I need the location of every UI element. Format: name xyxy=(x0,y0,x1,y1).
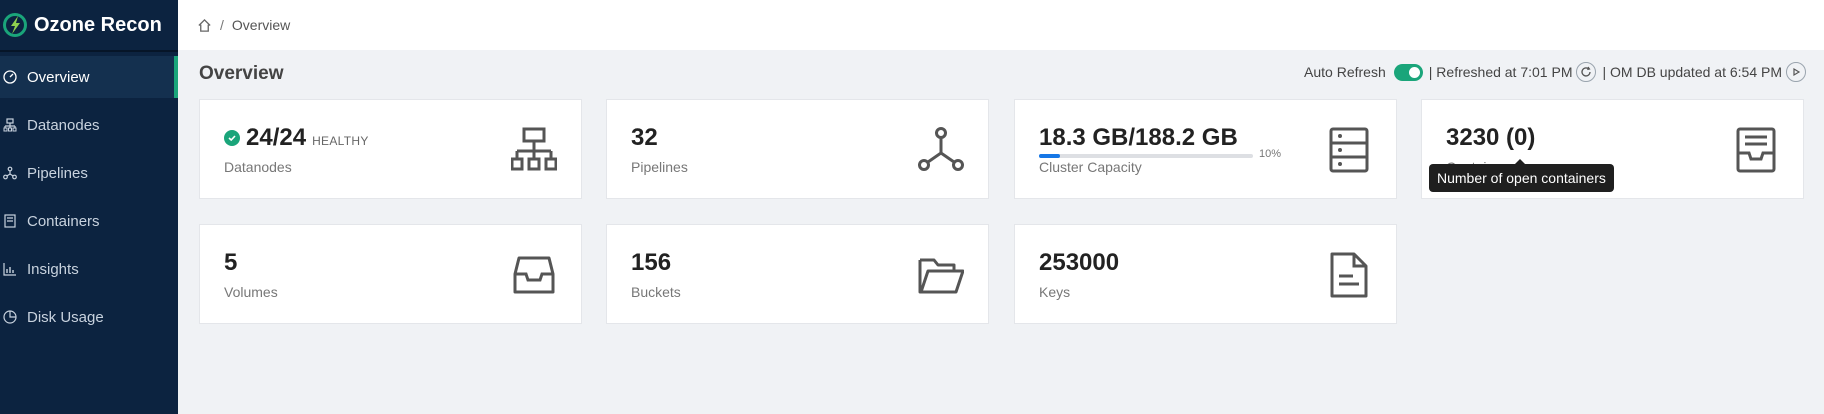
container-icon xyxy=(2,213,18,229)
auto-refresh-label: Auto Refresh xyxy=(1304,64,1386,80)
ozone-logo-icon xyxy=(3,13,27,37)
capacity-value: 18.3 GB/188.2 GB xyxy=(1039,124,1238,151)
bar-chart-icon xyxy=(2,261,18,277)
inbox-icon xyxy=(511,252,557,298)
sidebar-item-label: Pipelines xyxy=(27,164,88,182)
file-text-icon xyxy=(1326,252,1372,298)
om-db-sync-button[interactable] xyxy=(1786,62,1806,82)
cluster-icon xyxy=(510,127,558,173)
datanodes-card[interactable]: 24/24 HEALTHY Datanodes xyxy=(199,99,582,199)
refreshed-at-text: | Refreshed at 7:01 PM xyxy=(1428,64,1573,80)
sidebar: Ozone Recon Overview Datanodes Pipelines… xyxy=(0,0,178,414)
keys-value: 253000 xyxy=(1039,249,1120,276)
capacity-percent: 10% xyxy=(1259,148,1282,160)
pipelines-value: 32 xyxy=(631,124,658,151)
refresh-button[interactable] xyxy=(1576,62,1597,82)
buckets-value: 156 xyxy=(631,249,672,276)
cluster-capacity-card[interactable]: 18.3 GB/188.2 GB 10% Cluster Capacity xyxy=(1014,99,1397,199)
containers-value: 3230 (0) xyxy=(1446,124,1536,151)
buckets-card[interactable]: 156 Buckets xyxy=(606,224,989,324)
play-icon xyxy=(1793,67,1801,77)
refresh-bar: Auto Refresh | Refreshed at 7:01 PM | OM… xyxy=(1304,62,1806,82)
sidebar-item-datanodes[interactable]: Datanodes xyxy=(0,104,178,146)
capacity-progress-bar xyxy=(1039,154,1253,158)
brand[interactable]: Ozone Recon xyxy=(0,0,178,52)
reload-icon xyxy=(1581,66,1592,77)
sidebar-item-label: Insights xyxy=(27,260,79,278)
sidebar-item-overview[interactable]: Overview xyxy=(0,56,178,98)
deployment-unit-icon xyxy=(2,165,18,181)
buckets-label: Buckets xyxy=(631,284,681,300)
om-db-updated-text: | OM DB updated at 6:54 PM xyxy=(1602,64,1782,80)
inbox-container-icon xyxy=(1733,127,1779,173)
sidebar-item-disk-usage[interactable]: Disk Usage xyxy=(0,296,178,338)
deployment-unit-icon xyxy=(918,127,964,173)
pipelines-label: Pipelines xyxy=(631,159,688,175)
keys-label: Keys xyxy=(1039,284,1071,300)
volumes-value: 5 xyxy=(224,249,238,276)
open-containers-tooltip: Number of open containers xyxy=(1429,159,1614,192)
sidebar-item-label: Containers xyxy=(27,212,100,230)
folder-open-icon xyxy=(918,252,965,298)
capacity-progress-fill xyxy=(1039,154,1061,158)
sidebar-item-pipelines[interactable]: Pipelines xyxy=(0,152,178,194)
auto-refresh-toggle[interactable] xyxy=(1393,63,1423,81)
database-icon xyxy=(1326,127,1372,173)
volumes-card[interactable]: 5 Volumes xyxy=(199,224,582,324)
app-title: Ozone Recon xyxy=(34,13,162,36)
volumes-label: Volumes xyxy=(224,284,278,300)
breadcrumb-separator: / xyxy=(220,17,224,33)
dashboard-icon xyxy=(2,69,18,85)
sidebar-item-containers[interactable]: Containers xyxy=(0,200,178,242)
datanodes-value: 24/24 xyxy=(246,124,307,151)
pie-chart-icon xyxy=(2,309,18,325)
cluster-icon xyxy=(2,117,18,133)
health-status: HEALTHY xyxy=(312,134,369,148)
page-title: Overview xyxy=(199,63,284,84)
keys-card[interactable]: 253000 Keys xyxy=(1014,224,1397,324)
sidebar-item-label: Overview xyxy=(27,68,90,86)
breadcrumb-current: Overview xyxy=(231,17,291,33)
sidebar-item-label: Disk Usage xyxy=(27,308,104,326)
pipelines-card[interactable]: 32 Pipelines xyxy=(606,99,989,199)
check-circle-icon xyxy=(224,130,240,146)
sidebar-item-label: Datanodes xyxy=(27,116,100,134)
breadcrumb: / Overview xyxy=(178,0,1824,50)
datanodes-label: Datanodes xyxy=(224,159,292,175)
capacity-label: Cluster Capacity xyxy=(1039,159,1142,175)
sidebar-item-insights[interactable]: Insights xyxy=(0,248,178,290)
home-icon[interactable] xyxy=(197,18,212,33)
